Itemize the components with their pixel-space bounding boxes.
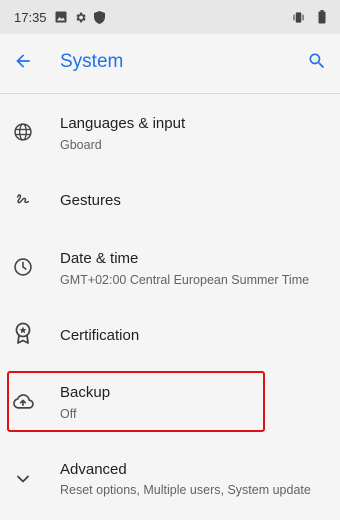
search-icon — [307, 51, 327, 76]
list-item-advanced[interactable]: Advanced Reset options, Multiple users, … — [0, 446, 340, 512]
list-item-languages-input[interactable]: Languages & input Gboard — [0, 100, 340, 166]
gestures-icon — [12, 188, 34, 210]
status-bar: 17:35 — [0, 0, 340, 34]
item-title: Backup — [60, 384, 111, 401]
arrow-back-icon — [13, 51, 33, 76]
list-item-backup[interactable]: Backup Off — [0, 372, 340, 432]
item-title: Advanced — [60, 461, 127, 478]
item-title: Gestures — [60, 192, 121, 209]
list-item-date-time[interactable]: Date & time GMT+02:00 Central European S… — [0, 236, 340, 302]
globe-icon — [12, 121, 34, 143]
item-title: Certification — [60, 327, 140, 344]
gear-icon — [74, 11, 87, 24]
item-title: Date & time — [60, 250, 139, 267]
image-icon — [55, 11, 68, 24]
item-subtitle: GMT+02:00 Central European Summer Time — [60, 273, 310, 287]
clock-icon — [12, 256, 34, 278]
item-subtitle: Gboard — [60, 138, 102, 152]
app-bar: System — [0, 34, 340, 94]
search-button[interactable] — [302, 48, 332, 78]
shield-icon — [93, 10, 106, 24]
chevron-down-icon — [12, 468, 34, 490]
system-settings-screen: 17:35 System Languages & input Gboard Ge… — [0, 0, 340, 520]
list-item-gestures[interactable]: Gestures — [0, 172, 340, 230]
certificate-icon — [12, 322, 34, 344]
page-title: System — [60, 51, 124, 72]
item-subtitle: Reset options, Multiple users, System up… — [60, 483, 311, 497]
battery-icon — [315, 10, 328, 24]
status-time: 17:35 — [14, 9, 47, 25]
back-button[interactable] — [8, 48, 38, 78]
list-item-certification[interactable]: Certification — [0, 308, 340, 364]
item-subtitle: Off — [60, 407, 77, 421]
vibrate-icon — [292, 11, 305, 24]
cloud-upload-icon — [12, 390, 34, 412]
item-title: Languages & input — [60, 115, 186, 132]
